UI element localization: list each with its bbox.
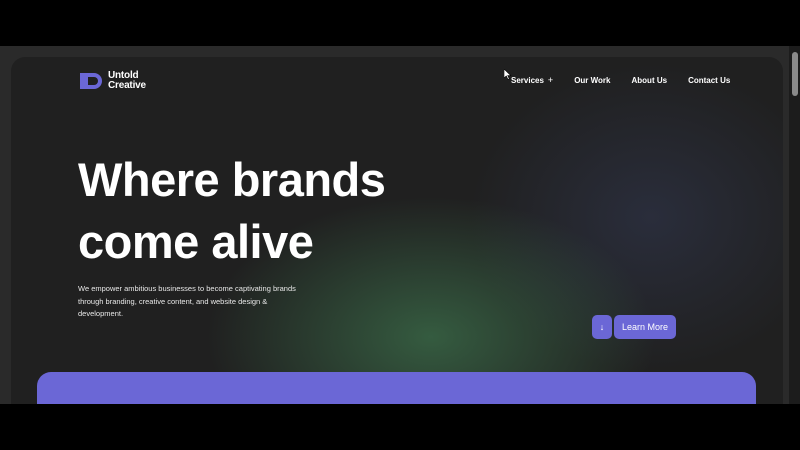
nav-item-label: Contact Us	[688, 75, 731, 85]
page-scrollbar[interactable]	[789, 46, 800, 404]
scrollbar-thumb[interactable]	[792, 52, 798, 96]
hero-title: Where brands come alive	[78, 149, 386, 273]
nav-item-label: About Us	[631, 75, 668, 85]
hero-title-line-1: Where brands	[78, 153, 386, 206]
nav-item-contact-us[interactable]: Contact Us	[688, 76, 730, 85]
video-frame: Untold Creative Services + Our Work Abou…	[0, 0, 800, 450]
hero-section: Untold Creative Services + Our Work Abou…	[11, 57, 783, 404]
nav-item-label: Our Work	[574, 75, 611, 85]
learn-more-button[interactable]: Learn More	[614, 315, 677, 339]
brand-wordmark: Untold Creative	[108, 71, 146, 91]
plus-icon: +	[547, 75, 554, 85]
hero-title-line-2: come alive	[78, 215, 314, 268]
hero-subtitle: We empower ambitious businesses to becom…	[78, 284, 296, 318]
logo-mark-icon	[80, 73, 102, 89]
main-nav: Services + Our Work About Us Contact Us	[511, 75, 730, 85]
nav-item-label: Services	[511, 75, 544, 85]
brand-line-2: Creative	[108, 80, 146, 91]
learn-more-cta: ↓ Learn More	[592, 315, 677, 339]
nav-item-about-us[interactable]: About Us	[632, 76, 668, 85]
nav-item-our-work[interactable]: Our Work	[574, 76, 610, 85]
browser-viewport: Untold Creative Services + Our Work Abou…	[0, 46, 800, 404]
next-section-panel	[37, 372, 756, 404]
nav-item-services[interactable]: Services +	[511, 75, 553, 85]
arrow-down-icon[interactable]: ↓	[592, 315, 612, 339]
brand-logo[interactable]: Untold Creative	[78, 71, 146, 91]
